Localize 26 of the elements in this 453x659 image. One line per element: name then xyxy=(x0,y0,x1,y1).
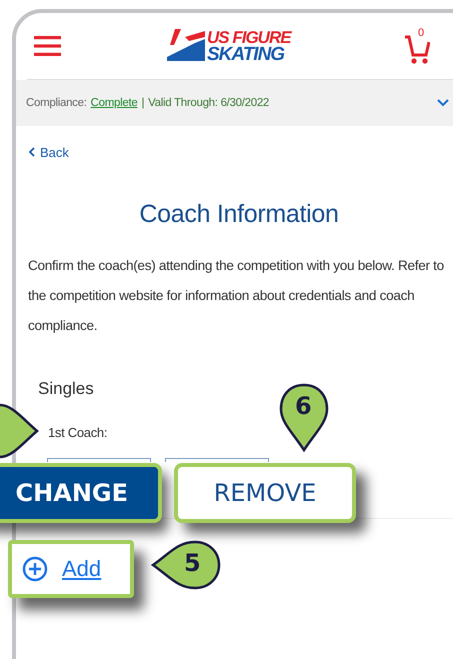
compliance-status-link[interactable]: Complete xyxy=(90,97,138,109)
section-heading: Singles xyxy=(38,379,95,399)
remove-button[interactable]: REMOVE xyxy=(174,463,356,523)
compliance-bar[interactable]: Compliance: Complete | Valid Through: 6/30/2022 xyxy=(16,80,453,126)
button-outline[interactable] xyxy=(165,458,269,462)
callout-pin: 6 xyxy=(278,382,330,453)
logo-text: SKATING xyxy=(207,46,286,63)
intro-text: Confirm the coach(es) attending the competition with you below. Refer to the competition website for information about credentials and coach compliance. xyxy=(28,257,445,335)
add-button[interactable]: Add xyxy=(8,540,134,598)
callout-pin: 5 xyxy=(150,539,222,591)
logo-text: US FIGURE xyxy=(207,29,291,46)
separator: | xyxy=(141,97,144,109)
coach-label: 1st Coach: xyxy=(48,425,108,440)
plus-circle-icon xyxy=(22,556,48,582)
menu-icon[interactable] xyxy=(34,36,61,56)
change-button[interactable]: CHANGE xyxy=(0,463,162,523)
skater-logo-icon xyxy=(165,27,205,63)
cart-button[interactable]: 0 xyxy=(404,29,432,65)
page-title: Coach Information xyxy=(138,200,340,229)
button-outline[interactable] xyxy=(47,458,151,462)
compliance-label: Compliance: xyxy=(26,97,87,109)
cart-count: 0 xyxy=(418,27,424,39)
back-link[interactable]: Back xyxy=(28,144,69,160)
valid-through-text: Valid Through: 6/30/2022 xyxy=(148,97,270,109)
chevron-down-icon xyxy=(437,99,449,107)
chevron-left-icon xyxy=(28,147,35,157)
